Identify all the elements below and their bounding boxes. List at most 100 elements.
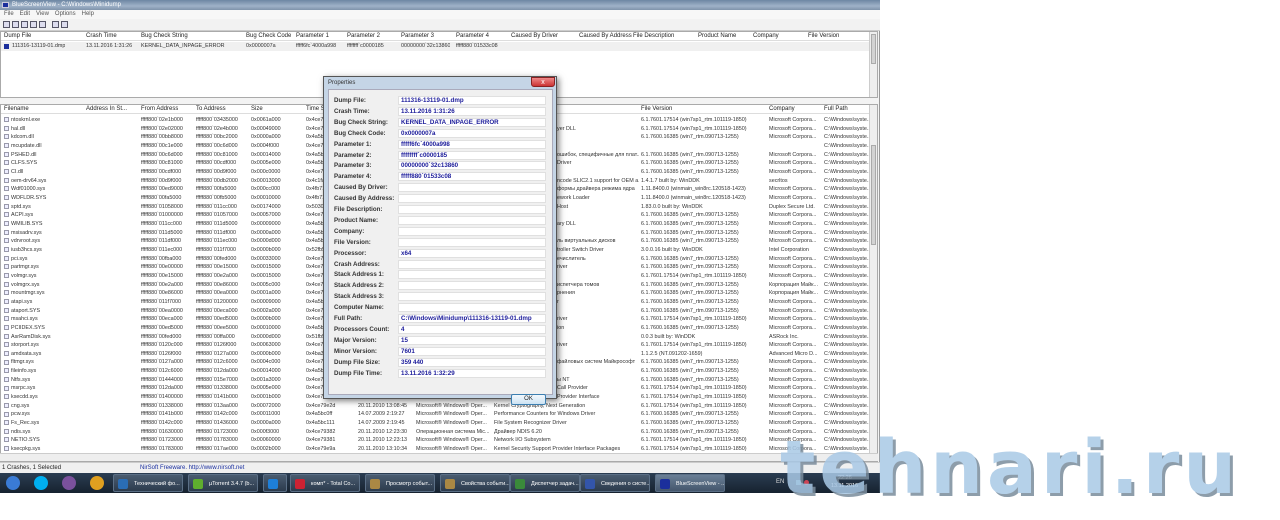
horizontal-scrollbar[interactable] — [0, 453, 878, 461]
column-header[interactable]: Product Name — [698, 32, 736, 41]
field-value[interactable]: fffff6fc`4000a998 — [398, 139, 546, 149]
column-header[interactable]: File Description — [633, 32, 674, 41]
field-value[interactable] — [398, 270, 546, 280]
field-value[interactable] — [398, 205, 546, 214]
column-header[interactable]: Full Path — [824, 105, 848, 114]
column-header[interactable]: Dump File — [4, 32, 31, 41]
column-header[interactable]: File Version — [808, 32, 839, 41]
refresh-icon[interactable] — [52, 21, 59, 28]
column-header[interactable]: Parameter 1 — [296, 32, 329, 41]
column-header[interactable]: Bug Check Code — [246, 32, 291, 41]
field-value[interactable] — [398, 237, 546, 247]
taskbar-button[interactable]: µTorrent 3.4.7 (b... — [188, 474, 258, 492]
field-value[interactable] — [398, 281, 546, 291]
close-button[interactable]: x — [531, 77, 555, 87]
field-value[interactable]: 13.11.2016 1:32:29 — [398, 368, 546, 378]
filename: AsrRamDisk.sys — [11, 333, 51, 340]
chrome-icon[interactable] — [90, 476, 104, 490]
field-value[interactable]: C:\Windows\Minidump\111316-13119-01.dmp — [398, 314, 546, 323]
menu-view[interactable]: View — [36, 11, 49, 17]
column-header[interactable]: Company — [753, 32, 779, 41]
column-header[interactable]: Parameter 4 — [456, 32, 489, 41]
taskbar-button[interactable]: Просмотр событ... — [365, 474, 435, 492]
prod-cell: Microsoft® Windows® Oper... — [416, 437, 487, 444]
crash-row[interactable]: 111316-13119-01.dmp 13.11.2016 1:31:26 KER… — [1, 42, 877, 51]
file-icon — [4, 160, 9, 166]
field-value[interactable] — [398, 259, 546, 269]
advanced-options-icon[interactable] — [39, 21, 46, 28]
taskbar-button[interactable]: Диспетчер задач... — [510, 474, 580, 492]
to-cell: fffff880`0127a000 — [196, 350, 238, 357]
taskbar-button[interactable]: Технический фо... — [113, 474, 183, 492]
html-report-icon[interactable] — [21, 21, 28, 28]
to-cell: fffff880`00eca000 — [196, 307, 238, 314]
field-value[interactable]: 359 440 — [398, 357, 546, 367]
crash-list-scrollbar[interactable] — [869, 32, 877, 97]
file-icon — [4, 428, 9, 434]
column-header[interactable]: Filename — [4, 105, 29, 114]
field-value[interactable]: 15 — [398, 335, 546, 345]
field-value[interactable] — [398, 226, 546, 236]
viber-icon[interactable] — [62, 476, 76, 490]
file-icon — [4, 255, 9, 261]
menu-help[interactable]: Help — [82, 11, 94, 17]
field-value[interactable]: 0x0000007a — [398, 128, 546, 138]
field-value[interactable]: 00000000`32c13860 — [398, 161, 546, 171]
copy-icon[interactable] — [30, 21, 37, 28]
menu-options[interactable]: Options — [55, 11, 76, 17]
field-value[interactable]: ffffffff`c0000185 — [398, 150, 546, 160]
driver-row[interactable]: Fs_Rec.sys fffff880`0142c000 fffff880`0143… — [1, 419, 877, 428]
exit-icon[interactable] — [61, 21, 68, 28]
from-cell: fffff880`0120c000 — [141, 342, 183, 349]
taskbar-button[interactable] — [263, 474, 287, 492]
menu-edit[interactable]: Edit — [20, 11, 30, 17]
field-value[interactable] — [398, 215, 546, 225]
column-header[interactable]: Size — [251, 105, 263, 114]
taskbar-button[interactable]: Свойства событи... — [440, 474, 510, 492]
file-icon — [4, 151, 9, 157]
column-header[interactable]: Address In St... — [86, 105, 127, 114]
app-icon — [660, 479, 670, 489]
taskbar-button[interactable]: комп* - Total Co... — [290, 474, 360, 492]
taskbar-button[interactable]: Сведения о систе... — [580, 474, 650, 492]
from-cell: fffff880`00eca000 — [141, 316, 183, 323]
menu-file[interactable]: File — [4, 11, 14, 17]
field-value[interactable]: 4 — [398, 324, 546, 334]
ok-button[interactable]: OK — [511, 394, 546, 405]
field-value[interactable]: KERNEL_DATA_INPAGE_ERROR — [398, 117, 546, 127]
column-header[interactable]: Bug Check String — [141, 32, 188, 41]
properties-icon[interactable] — [3, 21, 10, 28]
column-header[interactable]: Parameter 2 — [347, 32, 380, 41]
save-icon[interactable] — [12, 21, 19, 28]
column-header[interactable]: Caused By Address — [579, 32, 632, 41]
skype-icon[interactable] — [34, 476, 48, 490]
field-value[interactable]: 7601 — [398, 346, 546, 356]
column-header[interactable]: Crash Time — [86, 32, 117, 41]
column-header[interactable]: To Address — [196, 105, 226, 114]
start-button[interactable] — [6, 476, 20, 490]
field-value[interactable] — [398, 183, 546, 193]
co-cell: Duplex Secure Ltd. — [769, 203, 815, 210]
field-value[interactable] — [398, 194, 546, 204]
driver-list-scrollbar[interactable] — [869, 105, 877, 461]
field-value[interactable]: 13.11.2016 1:31:26 — [398, 106, 546, 116]
field-value[interactable]: x64 — [398, 248, 546, 258]
column-header[interactable]: Caused By Driver — [511, 32, 558, 41]
co-cell: Microsoft Corpora... — [769, 220, 817, 227]
field-value[interactable]: 111316-13119-01.dmp — [398, 96, 546, 105]
driver-row[interactable]: pcw.sys fffff880`0141b000 fffff880`0142c00… — [1, 410, 877, 419]
field-value[interactable] — [398, 303, 546, 313]
file-icon — [4, 376, 9, 382]
driver-row[interactable]: ndis.sys fffff880`01630000 fffff880`017230… — [1, 428, 877, 437]
column-header[interactable]: File Version — [641, 105, 672, 114]
taskbar-button[interactable]: BlueScreenView - ... — [655, 474, 725, 492]
filename-cell: AsrRamDisk.sys — [4, 333, 84, 342]
field-value[interactable]: fffff880`01533c08 — [398, 172, 546, 182]
driver-row[interactable]: NETIO.SYS fffff880`01723000 fffff880`01783… — [1, 436, 877, 445]
field-value[interactable] — [398, 292, 546, 302]
column-header[interactable]: Company — [769, 105, 795, 114]
column-header[interactable]: Parameter 3 — [401, 32, 434, 41]
column-header[interactable]: From Address — [141, 105, 178, 114]
from-cell: fffff880`01630000 — [141, 428, 183, 435]
driver-row[interactable]: cng.sys fffff880`01338000 fffff880`013aa00… — [1, 402, 877, 411]
